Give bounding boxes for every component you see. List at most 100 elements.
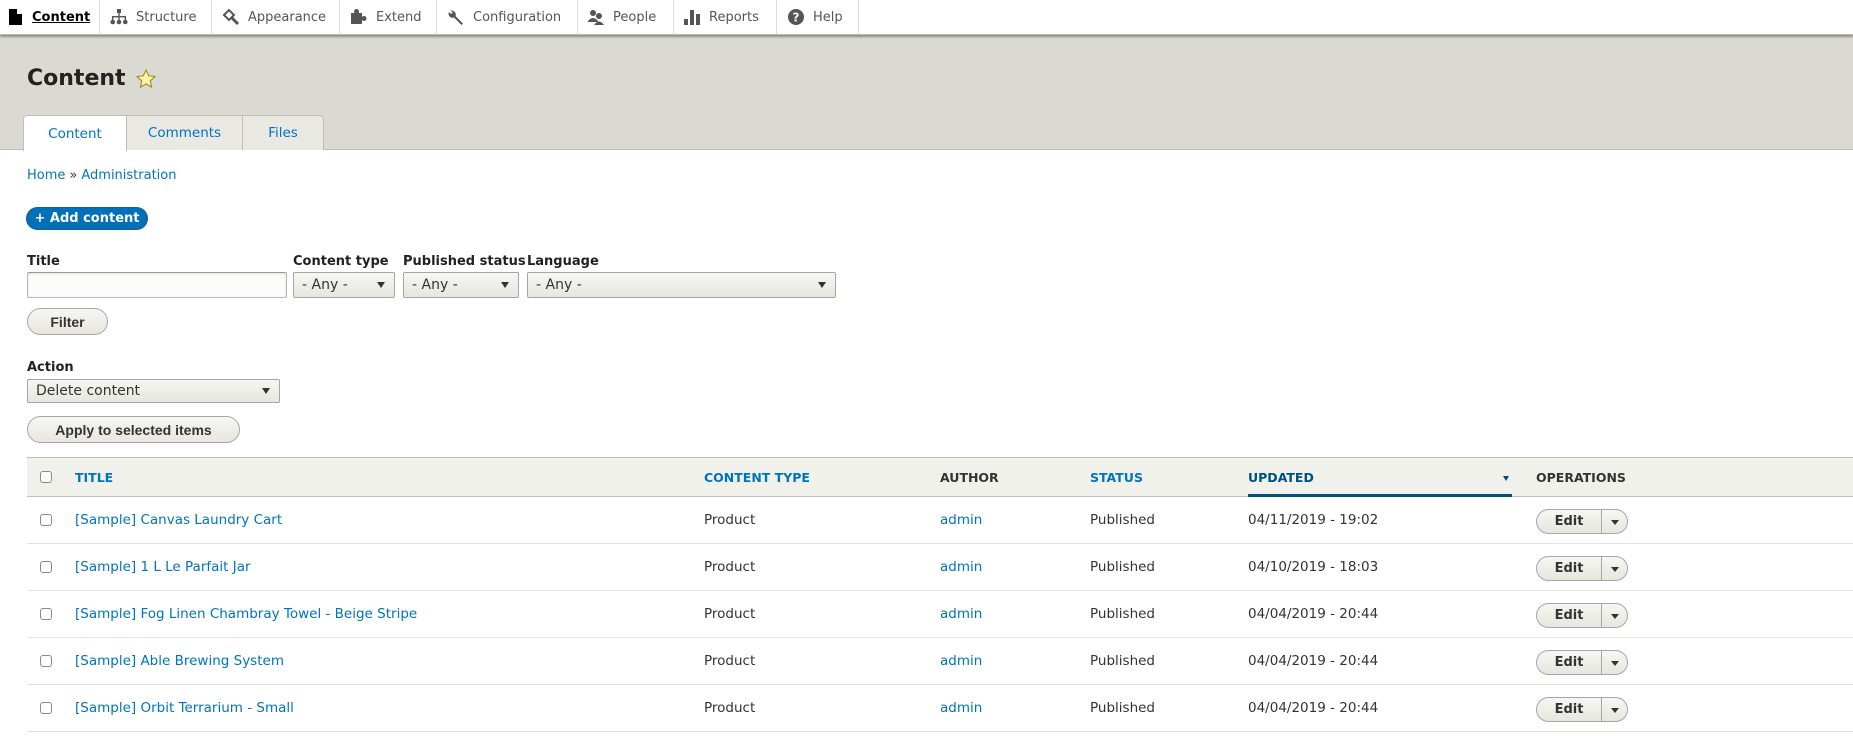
primary-tabs: Content Comments Files — [23, 115, 324, 151]
row-checkbox[interactable] — [40, 514, 52, 526]
row-title-link[interactable]: [Sample] Canvas Laundry Cart — [75, 497, 282, 543]
chevron-down-icon — [818, 282, 826, 288]
toolbar-item-appearance[interactable]: Appearance — [212, 0, 340, 34]
column-title[interactable]: TITLE — [75, 458, 113, 496]
table-row: [Sample] Fog Linen Chambray Towel - Beig… — [27, 591, 1853, 638]
tab-comments[interactable]: Comments — [127, 115, 243, 150]
row-title-link[interactable]: [Sample] 1 L Le Parfait Jar — [75, 544, 251, 590]
toolbar-item-configuration[interactable]: Configuration — [437, 0, 578, 34]
toolbar-item-extend[interactable]: Extend — [340, 0, 437, 34]
content-type-select[interactable]: - Any - — [293, 272, 395, 298]
row-status: Published — [1090, 559, 1155, 575]
toolbar-label: Appearance — [248, 9, 327, 25]
operations-dropbutton: Edit — [1536, 697, 1628, 722]
row-checkbox[interactable] — [40, 608, 52, 620]
breadcrumb: Home » Administration — [27, 168, 177, 183]
toolbar-item-reports[interactable]: Reports — [674, 0, 777, 34]
dropbutton-toggle-icon[interactable] — [1602, 604, 1627, 627]
row-checkbox[interactable] — [40, 561, 52, 573]
breadcrumb-administration[interactable]: Administration — [81, 168, 176, 183]
dropbutton-toggle-icon[interactable] — [1602, 557, 1627, 580]
language-select[interactable]: - Any - — [527, 272, 836, 298]
toolbar-label: Structure — [136, 9, 197, 25]
row-updated: 04/11/2019 - 19:02 — [1248, 512, 1379, 528]
row-author-link[interactable]: admin — [940, 544, 982, 590]
file-icon — [6, 8, 24, 26]
row-title-link[interactable]: [Sample] Orbit Terrarium - Small — [75, 685, 294, 731]
row-checkbox[interactable] — [40, 702, 52, 714]
row-checkbox[interactable] — [40, 655, 52, 667]
language-value: - Any - — [536, 277, 582, 293]
toolbar-item-structure[interactable]: Structure — [100, 0, 212, 34]
content-table: TITLE CONTENT TYPE AUTHOR STATUS UPDATED… — [27, 457, 1853, 732]
title-filter-label: Title — [27, 254, 60, 269]
toolbar-label: People — [613, 9, 657, 25]
apply-to-selected-button[interactable]: Apply to selected items — [27, 416, 240, 443]
row-content-type: Product — [704, 606, 756, 622]
published-status-label: Published status — [403, 254, 526, 269]
row-content-type: Product — [704, 653, 756, 669]
people-icon — [587, 8, 605, 26]
row-author-link[interactable]: admin — [940, 638, 982, 684]
action-select[interactable]: Delete content — [27, 379, 280, 403]
page-title-text: Content — [27, 66, 126, 91]
operations-dropbutton: Edit — [1536, 650, 1628, 675]
row-status: Published — [1090, 700, 1155, 716]
column-content-type[interactable]: CONTENT TYPE — [704, 458, 810, 496]
column-author: AUTHOR — [940, 469, 999, 485]
dropbutton-toggle-icon[interactable] — [1602, 651, 1627, 674]
wrench-icon — [447, 8, 465, 26]
row-content-type: Product — [704, 559, 756, 575]
edit-button[interactable]: Edit — [1537, 557, 1602, 580]
action-label: Action — [27, 360, 74, 375]
svg-text:?: ? — [793, 11, 800, 25]
tab-content[interactable]: Content — [23, 115, 127, 151]
breadcrumb-separator: » — [69, 168, 78, 183]
dropbutton-toggle-icon[interactable] — [1602, 698, 1627, 721]
page-title: Content — [27, 66, 157, 91]
bar-chart-icon — [683, 8, 701, 26]
row-title-link[interactable]: [Sample] Able Brewing System — [75, 638, 284, 684]
edit-button[interactable]: Edit — [1537, 651, 1602, 674]
column-status[interactable]: STATUS — [1090, 458, 1143, 496]
toolbar-item-content[interactable]: Content — [0, 0, 100, 34]
row-status: Published — [1090, 512, 1155, 528]
star-shortcut-icon[interactable] — [135, 68, 157, 90]
edit-button[interactable]: Edit — [1537, 510, 1602, 533]
table-header: TITLE CONTENT TYPE AUTHOR STATUS UPDATED… — [27, 457, 1853, 497]
question-icon: ? — [787, 8, 805, 26]
admin-toolbar: Content Structure Appearance Extend Conf… — [0, 0, 1853, 35]
table-body: [Sample] Canvas Laundry Cart Product adm… — [27, 497, 1853, 732]
title-filter-input[interactable] — [27, 272, 287, 298]
toolbar-label: Help — [813, 9, 843, 25]
published-status-select[interactable]: - Any - — [403, 272, 519, 298]
operations-dropbutton: Edit — [1536, 556, 1628, 581]
filter-button[interactable]: Filter — [27, 308, 108, 335]
table-row: [Sample] 1 L Le Parfait Jar Product admi… — [27, 544, 1853, 591]
tab-files[interactable]: Files — [243, 115, 324, 150]
row-updated: 04/04/2019 - 20:44 — [1248, 700, 1379, 716]
row-author-link[interactable]: admin — [940, 497, 982, 543]
toolbar-label: Reports — [709, 9, 759, 25]
paintbrush-icon — [222, 8, 240, 26]
action-value: Delete content — [36, 383, 141, 399]
chevron-down-icon — [262, 388, 270, 394]
row-title-link[interactable]: [Sample] Fog Linen Chambray Towel - Beig… — [75, 591, 417, 637]
select-all-checkbox[interactable] — [40, 471, 52, 483]
dropbutton-toggle-icon[interactable] — [1602, 510, 1627, 533]
row-author-link[interactable]: admin — [940, 591, 982, 637]
toolbar-item-people[interactable]: People — [578, 0, 674, 34]
edit-button[interactable]: Edit — [1537, 604, 1602, 627]
row-author-link[interactable]: admin — [940, 685, 982, 731]
operations-dropbutton: Edit — [1536, 603, 1628, 628]
breadcrumb-home[interactable]: Home — [27, 168, 65, 183]
add-content-button[interactable]: + Add content — [26, 207, 148, 230]
edit-button[interactable]: Edit — [1537, 698, 1602, 721]
page-header: Content Content Comments Files — [0, 35, 1853, 151]
column-updated[interactable]: UPDATED — [1248, 458, 1314, 496]
table-row: [Sample] Able Brewing System Product adm… — [27, 638, 1853, 685]
language-label: Language — [527, 254, 599, 269]
toolbar-item-help[interactable]: ? Help — [777, 0, 859, 34]
row-content-type: Product — [704, 512, 756, 528]
chevron-down-icon — [377, 282, 385, 288]
